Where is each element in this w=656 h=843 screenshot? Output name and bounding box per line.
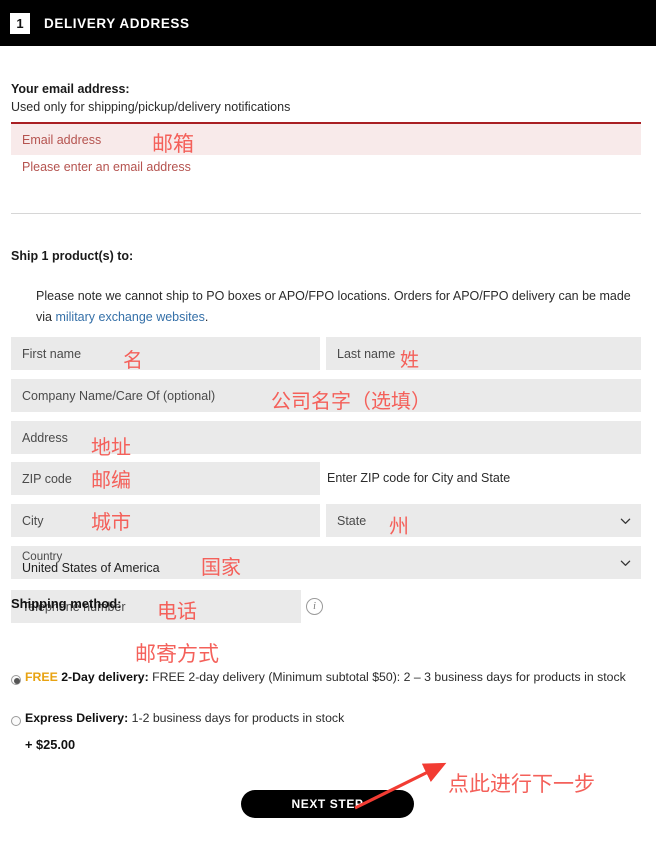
step-number-badge: 1 <box>10 12 30 34</box>
free-badge: FREE <box>25 670 58 684</box>
city-field[interactable]: City <box>11 504 320 537</box>
state-select[interactable]: State <box>326 504 641 537</box>
shipping-option-0-description: FREE 2-day delivery (Minimum subtotal $5… <box>152 670 626 684</box>
email-input-placeholder: Email address <box>22 132 102 147</box>
annotation-shipping-method: 邮寄方式 <box>135 642 219 666</box>
address-label: Address <box>22 430 68 445</box>
country-value: United States of America <box>22 560 160 575</box>
ship-note-suffix: . <box>204 310 209 324</box>
annotation-next-step: 点此进行下一步 <box>448 772 595 796</box>
first-name-field[interactable]: First name <box>11 337 320 370</box>
ship-note: Please note we cannot ship to PO boxes o… <box>36 286 631 328</box>
first-name-label: First name <box>22 346 82 361</box>
info-icon[interactable]: i <box>306 598 323 615</box>
shipping-option-0-name: 2-Day delivery: <box>61 670 149 684</box>
radio-express-delivery[interactable] <box>11 716 21 726</box>
shipping-option-free-2day[interactable]: FREE 2-Day delivery: FREE 2-day delivery… <box>25 669 635 686</box>
section-divider <box>11 213 641 214</box>
page-header: 1 DELIVERY ADDRESS <box>0 0 656 46</box>
company-label: Company Name/Care Of (optional) <box>22 388 216 403</box>
city-label: City <box>22 513 44 528</box>
zip-hint-text: Enter ZIP code for City and State <box>327 471 511 485</box>
chevron-down-icon <box>620 515 631 526</box>
email-subheading: Used only for shipping/pickup/delivery n… <box>11 100 291 114</box>
military-exchange-link[interactable]: military exchange websites <box>55 310 204 324</box>
radio-free-2day[interactable] <box>11 675 21 685</box>
email-field[interactable]: Email address <box>11 122 641 155</box>
state-label: State <box>337 513 367 528</box>
country-value-stack: Country United States of America <box>22 551 160 575</box>
email-heading-block: Your email address: Used only for shippi… <box>11 81 631 116</box>
shipping-option-1-name: Express Delivery: <box>25 711 129 725</box>
zip-code-field[interactable]: ZIP code <box>11 462 320 495</box>
shipping-method-title: Shipping method: <box>11 596 122 611</box>
email-heading: Your email address: <box>11 82 130 96</box>
zip-code-label: ZIP code <box>22 471 72 486</box>
next-step-button[interactable]: NEXT STEP <box>241 790 414 818</box>
shipping-option-1-price: + $25.00 <box>25 737 76 752</box>
shipping-option-1-description: 1-2 business days for products in stock <box>131 711 345 725</box>
page-title: DELIVERY ADDRESS <box>44 15 190 31</box>
address-field[interactable]: Address <box>11 421 641 454</box>
last-name-label: Last name <box>337 346 396 361</box>
email-error-message: Please enter an email address <box>22 160 191 174</box>
country-select[interactable]: Country United States of America <box>11 546 641 579</box>
ship-products-title: Ship 1 product(s) to: <box>11 249 134 263</box>
company-field[interactable]: Company Name/Care Of (optional) <box>11 379 641 412</box>
chevron-down-icon <box>620 557 631 568</box>
shipping-option-express[interactable]: Express Delivery: 1-2 business days for … <box>25 710 635 727</box>
last-name-field[interactable]: Last name <box>326 337 641 370</box>
